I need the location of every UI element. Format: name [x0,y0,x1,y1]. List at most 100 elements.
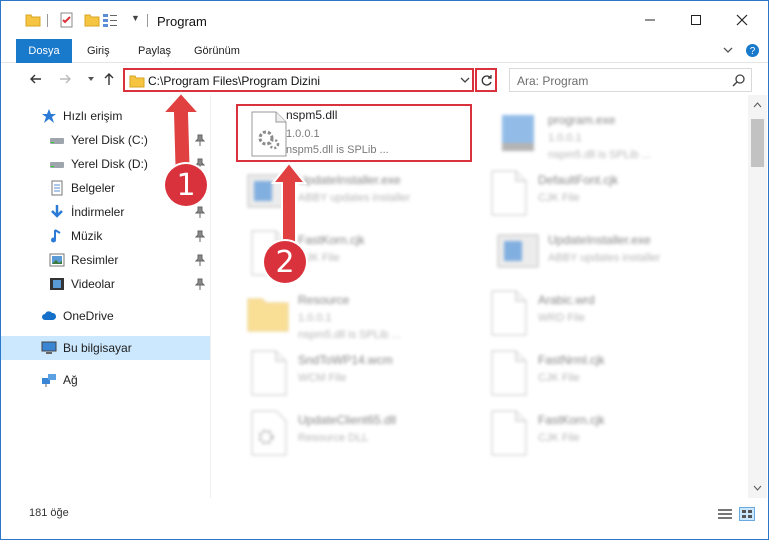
file-tile[interactable]: program.exe 1.0.0.1 nspm5.dll is SPLib .… [486,104,726,162]
sidebar-item-label: Müzik [71,229,103,243]
star-icon [42,109,56,123]
scroll-down-button[interactable] [748,480,767,496]
file-tile[interactable]: UpdateClient65.dll Resource DLL [236,404,476,462]
chevron-down-icon [88,77,94,81]
file-tile[interactable]: UpdateInstaller.exe ABBY updates install… [486,224,726,282]
file-name: Arabic.wrd [538,293,595,307]
download-icon [51,205,63,218]
pin-icon[interactable] [195,254,205,266]
file-name: FastKorn.cjk [538,413,605,427]
scroll-up-button[interactable] [748,97,767,113]
sidebar-item-muzik[interactable]: Müzik [1,224,210,248]
divider [47,14,48,27]
tab-dosya[interactable]: Dosya [16,39,72,63]
close-icon [736,14,748,26]
expand-ribbon-icon[interactable] [721,43,735,57]
back-button[interactable] [26,69,46,89]
file-version: 1.0.0.1 [548,132,582,144]
sidebar-item-ag[interactable]: Ağ [1,368,210,392]
file-name: FastKorn.cjk [298,233,365,247]
file-tile[interactable]: SndToWP14.wcm WCM File [236,344,476,402]
close-button[interactable] [719,1,765,39]
file-name: UpdateInstaller.exe [548,233,651,247]
dll-icon [251,410,287,456]
sidebar-item-disk-c[interactable]: Yerel Disk (C:) [1,128,210,152]
file-tile[interactable]: Arabic.wrd WRD File [476,284,716,342]
pin-icon[interactable] [195,206,205,218]
sidebar-item-label: Yerel Disk (C:) [71,133,148,147]
file-icon [491,170,527,216]
file-name: UpdateInstaller.exe [298,173,401,187]
up-button[interactable] [99,69,119,89]
scrollbar-thumb[interactable] [751,119,764,167]
chevron-down-icon [753,485,762,491]
tiles-view-icon[interactable] [739,507,755,521]
sidebar-item-videolar[interactable]: Videolar [1,272,210,296]
videos-icon [50,278,64,290]
network-icon [42,374,56,387]
search-icon[interactable] [732,73,746,87]
file-icon [491,350,527,396]
file-description: ABBY updates installer [298,192,411,204]
folder-icon[interactable] [25,12,41,28]
minimize-button[interactable] [627,1,673,39]
computer-icon [41,341,57,354]
arrow-right-icon [60,74,71,84]
status-bar: 181 öğe [1,498,768,539]
address-path[interactable]: C:\Program Files\Program Dizini [148,74,320,88]
sidebar-item-label: Ağ [63,373,78,387]
pin-icon[interactable] [195,230,205,242]
file-tile[interactable]: DefaultFont.cjk CJK File [476,164,716,222]
details-view-icon[interactable] [717,507,733,521]
minimize-icon [645,19,655,21]
sidebar-item-quick-access[interactable]: Hızlı erişim [1,104,210,128]
recent-locations-button[interactable] [81,69,101,89]
file-name: FastNrml.cjk [538,353,605,367]
properties-icon[interactable] [59,12,75,28]
file-icon [251,350,287,396]
file-tile-nspm5-dll[interactable]: nspm5.dll 1.0.0.1 nspm5.dll is SPLib ... [236,104,472,162]
file-tile[interactable]: FastKorn.cjk CJK File [476,404,716,462]
file-description: Resource DLL [298,432,369,444]
pin-icon[interactable] [195,134,205,146]
file-tile[interactable]: UpdateInstaller.exe ABBY updates install… [236,164,476,222]
sidebar-item-bu-bilgisayar[interactable]: Bu bilgisayar [1,336,210,360]
refresh-button[interactable] [475,68,497,92]
forward-button[interactable] [55,69,75,89]
sidebar-item-onedrive[interactable]: OneDrive [1,304,210,328]
tab-giris[interactable]: Giriş [77,39,120,63]
annotation-badge-1: 1 [165,164,207,206]
help-icon[interactable]: ? [745,43,760,58]
sidebar-item-label: Hızlı erişim [63,109,123,123]
file-tile[interactable]: FastNrml.cjk CJK File [476,344,716,402]
sidebar-item-resimler[interactable]: Resimler [1,248,210,272]
file-type: WRD File [538,312,586,324]
maximize-icon [691,15,701,25]
pin-icon[interactable] [195,278,205,290]
file-type: CJK File [538,372,580,384]
quick-access-dropdown-icon[interactable]: ▼ [131,13,140,23]
cloud-icon [42,311,57,320]
maximize-button[interactable] [673,1,719,39]
search-input[interactable]: Ara: Program [509,68,752,92]
sidebar-item-label: Belgeler [71,181,116,195]
ribbon-tabs: Dosya Giriş Paylaş Görünüm ? [1,39,768,63]
file-description: nspm5.dll is SPLib ... [286,144,389,156]
file-tile[interactable]: Resource 1.0.0.1 nspm5.dll is SPLib ... [236,284,476,342]
tab-gorunum[interactable]: Görünüm [184,39,250,63]
address-bar[interactable]: C:\Program Files\Program Dizini [123,68,474,92]
vertical-scrollbar[interactable] [748,95,767,498]
window-title: Program [157,14,207,29]
tab-paylas[interactable]: Paylaş [128,39,181,63]
sidebar-item-label: Resimler [71,253,119,267]
view-icon[interactable] [102,12,118,28]
file-name: SndToWP14.wcm [298,353,393,367]
file-name: nspm5.dll [286,108,338,122]
sidebar-item-label: Bu bilgisayar [63,341,132,355]
file-list: nspm5.dll 1.0.0.1 nspm5.dll is SPLib ...… [212,95,748,498]
svg-text:?: ? [750,46,756,57]
installer-icon [247,174,289,208]
chevron-down-icon[interactable] [459,74,471,86]
arrow-left-icon [30,74,41,84]
new-folder-icon[interactable] [84,12,100,28]
